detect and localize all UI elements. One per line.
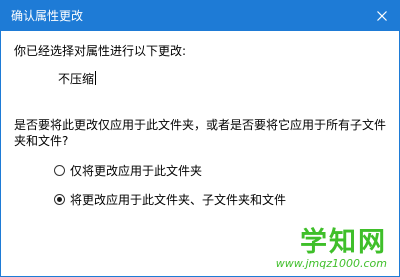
dialog-body: 你已经选择对属性进行以下更改: 不压缩 是否要将此更改仅应用于此文件夹，或者是否…: [1, 31, 399, 276]
radio-apply-folder-subfolders-files[interactable]: [54, 193, 65, 205]
change-prompt: 你已经选择对属性进行以下更改:: [14, 44, 187, 58]
apply-scope-question: 是否要将此更改仅应用于此文件夹，或者是否要将它应用于所有子文件夹和文件?: [14, 118, 387, 148]
close-icon: [377, 11, 387, 21]
radio-apply-folder-only[interactable]: [54, 164, 65, 176]
close-button[interactable]: [365, 1, 399, 31]
title-bar[interactable]: 确认属性更改: [1, 1, 399, 31]
option-apply-folder-subfolders-files[interactable]: 将更改应用于此文件夹、子文件夹和文件: [54, 190, 286, 208]
attribute-change-text: 不压缩: [58, 72, 95, 86]
attribute-change-value: 不压缩: [58, 71, 97, 87]
text-caret: [95, 71, 97, 85]
site-watermark: 学知网 www.jmqz1000.com: [269, 228, 387, 274]
confirm-attribute-changes-dialog: 确认属性更改 你已经选择对属性进行以下更改: 不压缩 是否要将此更改仅应用于此文…: [0, 0, 400, 277]
window-title: 确认属性更改: [11, 9, 84, 23]
watermark-url: www.jmqz1000.com: [275, 257, 387, 270]
watermark-logo-text: 学知网: [300, 227, 387, 258]
option-apply-folder-only[interactable]: 仅将更改应用于此文件夹: [54, 161, 202, 179]
option-label[interactable]: 将更改应用于此文件夹、子文件夹和文件: [70, 191, 286, 208]
option-label[interactable]: 仅将更改应用于此文件夹: [70, 162, 202, 179]
